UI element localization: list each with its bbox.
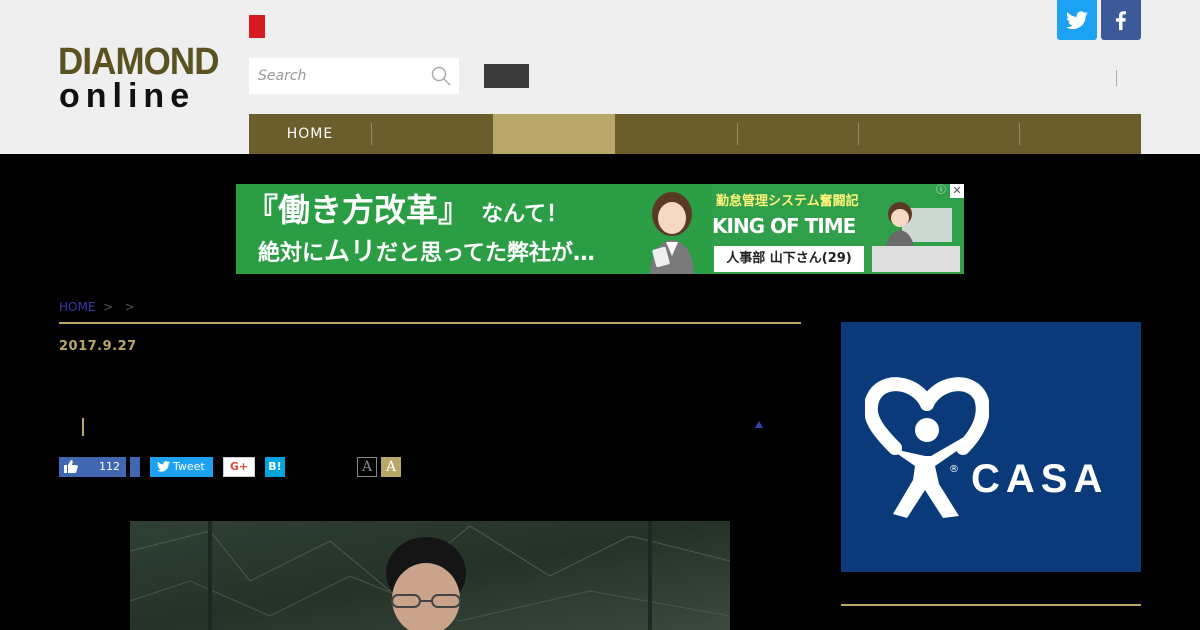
banner-ad[interactable]: 『働き方改革』 なんて！ 絶対にムリだと思ってた弊社が… 勤怠管理システム奮闘記… xyxy=(236,184,964,274)
banner-headline: 『働き方改革』 なんて！ xyxy=(246,190,568,235)
tweet-button[interactable]: Tweet xyxy=(150,457,213,477)
search-input[interactable] xyxy=(249,58,428,94)
banner-product-caption: 勤怠管理システム奮闘記 xyxy=(716,194,859,209)
nav-item-5[interactable] xyxy=(738,114,858,154)
search-icon[interactable] xyxy=(431,66,451,86)
facebook-share-button[interactable] xyxy=(130,457,140,477)
ad-info-icon[interactable]: ⓘ xyxy=(934,184,948,198)
logo-line-2: online xyxy=(59,77,196,115)
header-dark-button[interactable] xyxy=(484,64,529,88)
banner-subline-c: だと思ってた弊社が… xyxy=(376,241,595,266)
nav-item-6[interactable] xyxy=(859,114,1019,154)
main-nav: HOME xyxy=(249,114,1141,154)
nav-item-home[interactable]: HOME xyxy=(249,114,371,154)
banner-subline-b: ムリ xyxy=(324,237,377,267)
nav-item-4[interactable] xyxy=(615,114,737,154)
nav-item-2[interactable] xyxy=(372,114,493,154)
banner-product-name: KING OF TIME xyxy=(712,214,856,238)
banner-office-illustration xyxy=(872,202,960,272)
nav-item-3-active[interactable] xyxy=(493,114,615,154)
banner-subline: 絶対にムリだと思ってた弊社が… xyxy=(258,236,595,270)
font-size-small-button[interactable]: A xyxy=(357,457,377,477)
banner-character-name: 人事部 山下さん(29) xyxy=(714,246,864,272)
site-logo[interactable]: DIAMOND online xyxy=(58,42,224,114)
twitter-bird-icon xyxy=(157,461,170,472)
twitter-link[interactable] xyxy=(1057,0,1097,40)
breadcrumb-separator: > xyxy=(103,300,114,314)
banner-headline-suffix: なんて！ xyxy=(481,202,569,227)
article-photo xyxy=(130,521,730,630)
thumbs-up-icon xyxy=(64,460,78,473)
banner-subline-a: 絶対に xyxy=(258,241,325,266)
breadcrumb-home-link[interactable]: HOME xyxy=(59,300,95,314)
tweet-label: Tweet xyxy=(173,460,205,473)
registered-mark: ® xyxy=(949,464,959,475)
article-title-marker xyxy=(82,418,84,436)
scroll-up-icon[interactable] xyxy=(755,421,763,428)
facebook-like-button[interactable]: 112 xyxy=(59,457,126,477)
ad-close-icon[interactable]: ✕ xyxy=(950,184,964,198)
search-box[interactable] xyxy=(249,58,459,94)
breadcrumb-separator: > xyxy=(124,300,135,314)
red-marker xyxy=(249,15,265,38)
sidebar-divider xyxy=(841,604,1141,606)
hatena-bookmark-button[interactable]: B! xyxy=(265,457,285,477)
facebook-link[interactable] xyxy=(1101,0,1141,40)
header-divider xyxy=(1116,70,1117,86)
like-count: 112 xyxy=(99,460,120,473)
sidebar-ad-casa[interactable]: ® CASA xyxy=(841,322,1141,572)
banner-headline-main: 『働き方改革』 xyxy=(246,191,471,229)
article-date: 2017.9.27 xyxy=(59,339,137,354)
banner-character-illustration xyxy=(650,192,694,274)
casa-brand-text: CASA xyxy=(971,457,1109,501)
breadcrumb: HOME > > xyxy=(59,300,135,314)
article-divider xyxy=(59,322,801,324)
font-size-large-button[interactable]: A xyxy=(381,457,401,477)
nav-item-label: HOME xyxy=(286,126,334,142)
google-plus-button[interactable]: G+ xyxy=(223,457,255,477)
logo-line-1: DIAMOND xyxy=(58,41,220,83)
nav-item-7[interactable] xyxy=(1020,114,1140,154)
